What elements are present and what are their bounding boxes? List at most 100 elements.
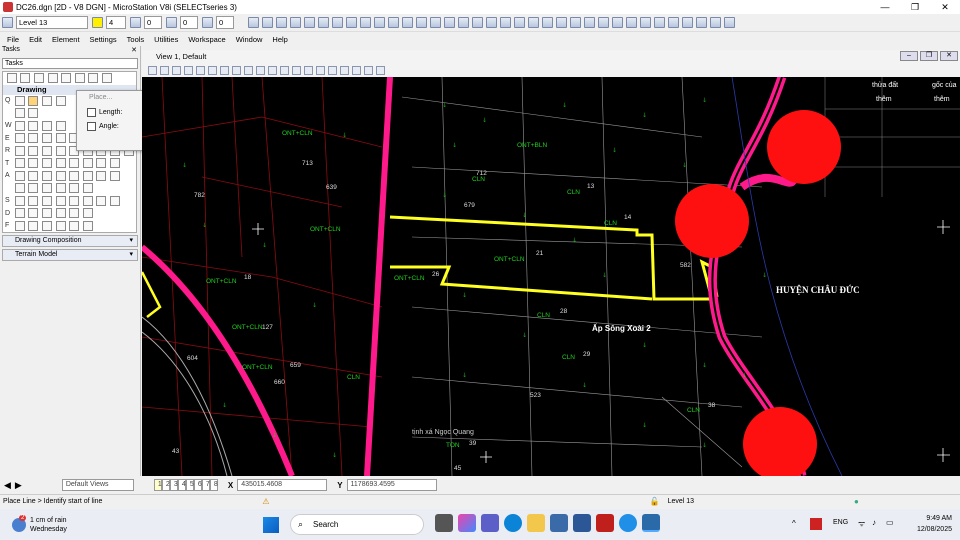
task-view-icon[interactable] (434, 514, 453, 532)
tool-icon[interactable] (14, 195, 25, 206)
view-tool-icon[interactable] (243, 65, 253, 75)
view-maximize-button[interactable]: ❐ (920, 51, 938, 61)
tool-icon[interactable] (14, 183, 25, 194)
tool-icon[interactable] (28, 208, 39, 219)
toolbox-icon[interactable] (569, 17, 581, 28)
tool-icon[interactable] (33, 73, 44, 84)
transparency-icon[interactable] (201, 17, 213, 28)
file-explorer-icon[interactable] (526, 514, 545, 532)
menu-settings[interactable]: Settings (90, 35, 117, 44)
toolbox-icon[interactable] (415, 17, 427, 28)
tool-icon[interactable] (28, 145, 39, 156)
view-tool-icon[interactable] (267, 65, 277, 75)
tool-icon[interactable] (96, 158, 107, 169)
tool-icon[interactable] (28, 133, 39, 144)
tool-icon[interactable] (69, 220, 80, 231)
drawing-composition-section[interactable]: Drawing Composition (2, 235, 138, 247)
view-tool-icon[interactable] (219, 65, 229, 75)
toolbox-icon[interactable] (247, 17, 259, 28)
toolbox-icon[interactable] (527, 17, 539, 28)
text-tool-icon[interactable] (41, 170, 52, 181)
tool-icon[interactable] (14, 158, 25, 169)
forward-arrow-icon[interactable]: ▶ (15, 480, 22, 491)
weight-icon[interactable] (165, 17, 177, 28)
tool-icon[interactable] (41, 220, 52, 231)
menu-utilities[interactable]: Utilities (154, 35, 178, 44)
edge-icon[interactable] (503, 514, 522, 532)
view-tool-icon[interactable] (339, 65, 349, 75)
view-tool-icon[interactable] (351, 65, 361, 75)
warning-icon[interactable]: ⚠ (262, 497, 269, 506)
menu-file[interactable]: File (7, 35, 19, 44)
view-7-button[interactable]: 7 (201, 479, 210, 491)
tool-icon[interactable] (55, 208, 66, 219)
tool-icon[interactable] (28, 195, 39, 206)
menu-help[interactable]: Help (272, 35, 287, 44)
level-dropdown[interactable]: Level 13 (16, 16, 88, 29)
menu-element[interactable]: Element (52, 35, 80, 44)
view-tool-icon[interactable] (327, 65, 337, 75)
tool-icon[interactable] (14, 133, 25, 144)
microstation-taskbar-icon[interactable] (641, 514, 660, 532)
view-tool-icon[interactable] (303, 65, 313, 75)
tool-icon[interactable] (28, 220, 39, 231)
volume-icon[interactable]: ♪ (872, 518, 876, 527)
color-dropdown[interactable]: 4 (106, 16, 126, 29)
color-swatch-icon[interactable] (91, 17, 103, 28)
tool-icon[interactable] (14, 145, 25, 156)
toolbox-icon[interactable] (317, 17, 329, 28)
toolbox-icon[interactable] (261, 17, 273, 28)
toolbox-icon[interactable] (625, 17, 637, 28)
autocad-icon[interactable] (595, 514, 614, 532)
tool-icon[interactable] (69, 195, 80, 206)
menu-window[interactable]: Window (236, 35, 263, 44)
tool-icon[interactable] (14, 95, 25, 106)
copilot-icon[interactable] (457, 514, 476, 532)
wifi-icon[interactable]: ᯤ (858, 518, 865, 529)
angle-checkbox[interactable] (87, 121, 96, 131)
toolbox-icon[interactable] (681, 17, 693, 28)
tool-icon[interactable] (74, 73, 85, 84)
view-2-button[interactable]: 2 (161, 479, 170, 491)
view-tool-icon[interactable] (195, 65, 205, 75)
text-tool-icon[interactable] (14, 170, 25, 181)
tool-icon[interactable] (69, 208, 80, 219)
view-1-button[interactable]: 1 (153, 479, 162, 491)
close-button[interactable]: ✕ (930, 0, 960, 14)
toolbox-icon[interactable] (667, 17, 679, 28)
toolbox-icon[interactable] (401, 17, 413, 28)
view-tool-icon[interactable] (363, 65, 373, 75)
toolbox-icon[interactable] (639, 17, 651, 28)
view-tool-icon[interactable] (315, 65, 325, 75)
toolbox-icon[interactable] (513, 17, 525, 28)
toolbox-icon[interactable] (597, 17, 609, 28)
tool-icon[interactable] (55, 120, 66, 131)
toolbox-icon[interactable] (331, 17, 343, 28)
view-tool-icon[interactable] (207, 65, 217, 75)
tool-icon[interactable] (55, 195, 66, 206)
toolbox-icon[interactable] (485, 17, 497, 28)
tool-icon[interactable] (14, 120, 25, 131)
menu-tools[interactable]: Tools (127, 35, 145, 44)
clock[interactable]: 9:49 AM 12/08/2025 (917, 513, 952, 535)
word-icon[interactable] (572, 514, 591, 532)
toolbox-icon[interactable] (373, 17, 385, 28)
place-line-tool-icon[interactable] (28, 95, 39, 106)
battery-icon[interactable]: ▭ (886, 518, 894, 527)
view-close-button[interactable]: ✕ (940, 51, 958, 61)
view-tool-icon[interactable] (147, 65, 157, 75)
tool-icon[interactable] (28, 108, 39, 119)
tool-icon[interactable] (41, 183, 52, 194)
tool-icon[interactable] (28, 120, 39, 131)
tool-icon[interactable] (96, 195, 107, 206)
text-tool-icon[interactable] (96, 170, 107, 181)
toolbox-icon[interactable] (387, 17, 399, 28)
linestyle-dropdown[interactable]: 0 (144, 16, 162, 29)
toolbox-icon[interactable] (695, 17, 707, 28)
view-tool-icon[interactable] (159, 65, 169, 75)
tool-icon[interactable] (41, 120, 52, 131)
toolbox-icon[interactable] (289, 17, 301, 28)
tool-icon[interactable] (20, 73, 31, 84)
connection-icon[interactable]: ● (854, 497, 859, 506)
tool-icon[interactable] (88, 73, 99, 84)
